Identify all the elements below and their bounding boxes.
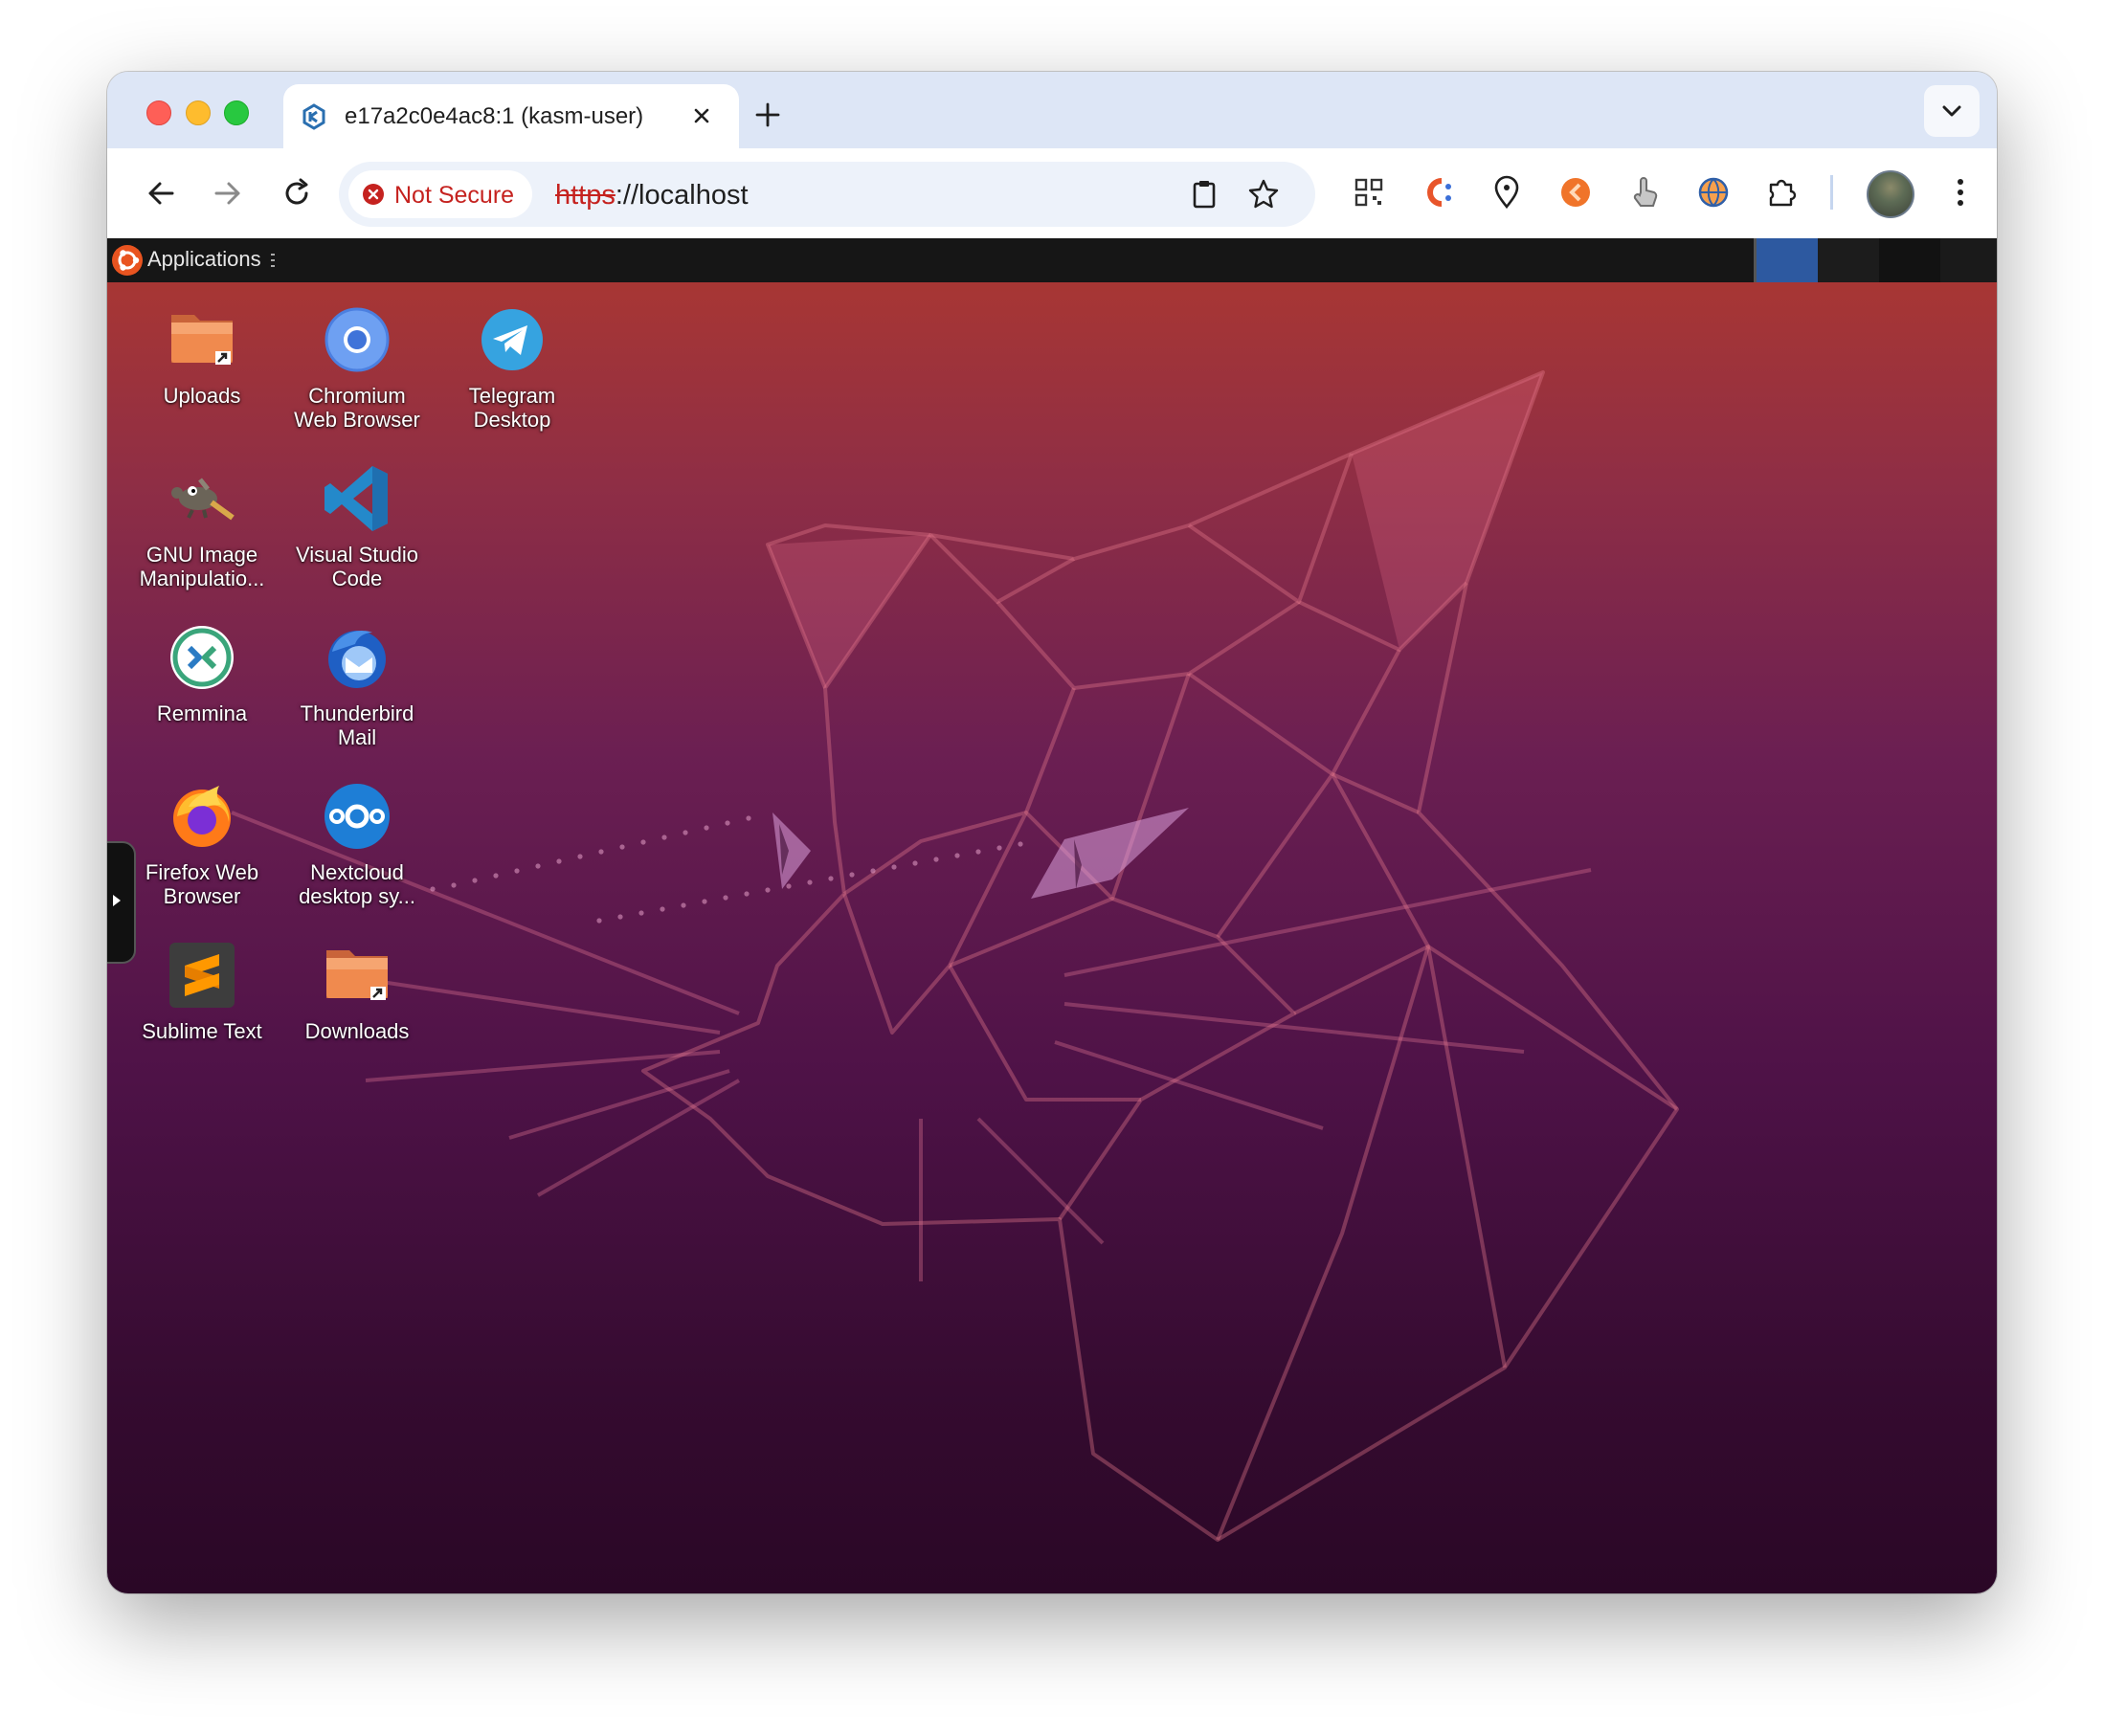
- gimp-icon: [171, 478, 235, 521]
- clipboard-icon[interactable]: [1185, 175, 1223, 213]
- expand-arrow-icon: [113, 895, 121, 906]
- remmina-icon: [170, 626, 234, 689]
- browser-toolbar: Not Secure https://localhost: [107, 148, 1997, 238]
- icon-label: Thunderbird Mail: [300, 701, 414, 749]
- url-host: ://localhost: [615, 180, 749, 211]
- browser-window: e17a2c0e4ac8:1 (kasm-user) Not Secure ht…: [107, 72, 1997, 1593]
- chevron-down-icon: [1942, 105, 1961, 117]
- desktop-icon-thunderbird[interactable]: Thunderbird Mail: [282, 619, 432, 749]
- location-pin-icon[interactable]: [1486, 171, 1528, 213]
- desktop-icon-remmina[interactable]: Remmina: [127, 619, 277, 725]
- puzzle-icon[interactable]: [1761, 171, 1803, 213]
- bookmark-star-icon[interactable]: [1244, 175, 1283, 213]
- desktop-icon-firefox[interactable]: Firefox Web Browser: [127, 778, 277, 908]
- workspace-1[interactable]: [1757, 238, 1818, 282]
- desktop-top-panel: Applications: [107, 238, 1997, 282]
- ubuntu-logo-icon[interactable]: [111, 244, 144, 277]
- workspace-2[interactable]: [1818, 238, 1879, 282]
- window-minimize-button[interactable]: [186, 100, 211, 125]
- desktop-icon-nextcloud[interactable]: Nextcloud desktop sy...: [282, 778, 432, 908]
- forward-arrow-icon[interactable]: [204, 169, 252, 217]
- security-chip[interactable]: Not Secure: [348, 170, 532, 218]
- reload-icon[interactable]: [273, 169, 321, 217]
- c-extension-icon[interactable]: [1417, 171, 1459, 213]
- icon-label: Firefox Web Browser: [145, 860, 259, 908]
- vscode-icon: [325, 466, 388, 531]
- sublime-text-icon: [169, 943, 235, 1008]
- icon-label: Visual Studio Code: [295, 543, 418, 590]
- toolbar-divider: [1830, 175, 1833, 210]
- desktop-icon-sublime-text[interactable]: Sublime Text: [127, 937, 277, 1043]
- desktop-icon-uploads[interactable]: Uploads: [127, 301, 277, 408]
- telegram-icon: [481, 309, 543, 370]
- thunderbird-icon: [328, 631, 386, 688]
- url-scheme: https: [555, 180, 616, 211]
- hand-pointer-icon[interactable]: [1623, 171, 1666, 213]
- orange-extension-icon[interactable]: [1555, 171, 1597, 213]
- globe-icon[interactable]: [1692, 171, 1735, 213]
- icon-label: Sublime Text: [142, 1019, 262, 1043]
- wallpaper-cat-illustration: [231, 370, 1679, 1542]
- not-secure-icon: [363, 184, 384, 205]
- tab-active[interactable]: e17a2c0e4ac8:1 (kasm-user): [283, 84, 739, 148]
- icon-label: Remmina: [156, 701, 248, 725]
- new-tab-icon[interactable]: [749, 96, 787, 134]
- folder-icon: [326, 950, 388, 1000]
- close-tab-icon[interactable]: [685, 100, 718, 132]
- icon-label: Downloads: [304, 1019, 410, 1043]
- more-menu-icon[interactable]: [1941, 173, 1980, 211]
- back-arrow-icon[interactable]: [137, 169, 185, 217]
- tab-search-button[interactable]: [1924, 85, 1980, 137]
- nextcloud-icon: [325, 784, 390, 849]
- icon-label: Nextcloud desktop sy...: [299, 860, 415, 908]
- window-close-button[interactable]: [146, 100, 171, 125]
- chromium-icon: [325, 307, 390, 372]
- workspace-4[interactable]: [1940, 238, 1997, 282]
- profile-avatar[interactable]: [1867, 170, 1914, 218]
- desktop-icon-chromium[interactable]: Chromium Web Browser: [282, 301, 432, 432]
- url-text[interactable]: https://localhost: [555, 180, 749, 211]
- tab-title: e17a2c0e4ac8:1 (kasm-user): [345, 103, 644, 129]
- remote-desktop[interactable]: Applications Uploads Chromium Web Browse…: [107, 238, 1997, 1593]
- firefox-icon: [173, 786, 231, 847]
- icon-label: Telegram Desktop: [468, 384, 556, 432]
- kasm-logo-icon: [302, 103, 325, 130]
- qr-code-icon[interactable]: [1348, 171, 1390, 213]
- panel-grip-icon: [271, 254, 275, 267]
- desktop-icon-vscode[interactable]: Visual Studio Code: [282, 460, 432, 590]
- desktop-icon-gimp[interactable]: GNU Image Manipulatio...: [127, 460, 277, 590]
- icon-label: GNU Image Manipulatio...: [139, 543, 265, 590]
- address-bar[interactable]: Not Secure https://localhost: [339, 162, 1315, 227]
- icon-label: Chromium Web Browser: [294, 384, 420, 432]
- security-label: Not Secure: [394, 182, 515, 209]
- window-maximize-button[interactable]: [224, 100, 249, 125]
- icon-label: Uploads: [163, 384, 241, 408]
- workspace-3[interactable]: [1879, 238, 1940, 282]
- folder-icon: [171, 315, 233, 365]
- applications-menu[interactable]: Applications: [147, 247, 261, 272]
- desktop-icon-downloads[interactable]: Downloads: [282, 937, 432, 1043]
- desktop-icon-telegram[interactable]: Telegram Desktop: [437, 301, 587, 432]
- tab-strip: e17a2c0e4ac8:1 (kasm-user): [107, 72, 1997, 148]
